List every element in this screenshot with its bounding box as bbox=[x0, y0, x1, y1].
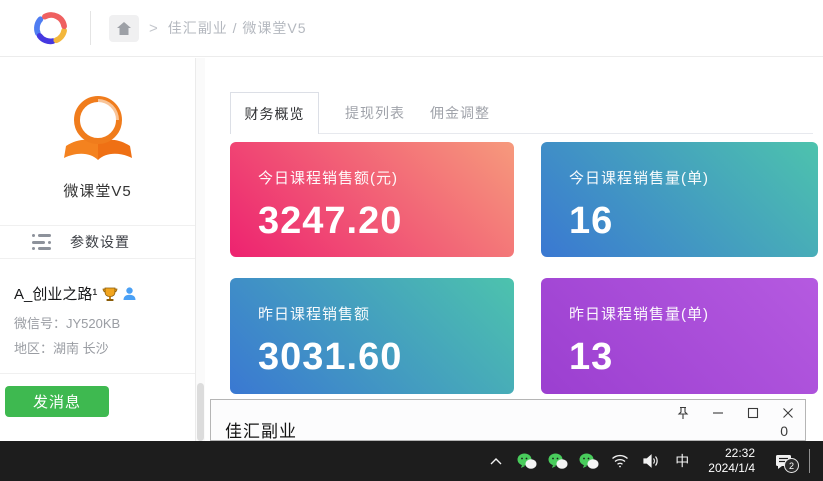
chevron-up-icon[interactable] bbox=[485, 449, 507, 473]
user-name: A_创业之路¹ bbox=[14, 283, 97, 304]
maximize-button[interactable] bbox=[746, 406, 760, 420]
taskbar-clock[interactable]: 22:32 2024/1/4 bbox=[702, 446, 761, 476]
notification-badge: 2 bbox=[784, 458, 799, 473]
header-divider bbox=[90, 11, 91, 45]
tab-commission-adjust[interactable]: 佣金调整 bbox=[420, 92, 500, 134]
card-title: 昨日课程销售额 bbox=[258, 303, 486, 324]
taskbar-time: 22:32 bbox=[708, 446, 755, 461]
person-icon bbox=[123, 287, 136, 301]
card-title: 今日课程销售额(元) bbox=[258, 167, 486, 188]
wechat-icon[interactable] bbox=[578, 449, 600, 473]
sidebar-item-label: 参数设置 bbox=[70, 232, 130, 252]
app-logo-swirl-icon bbox=[30, 7, 72, 49]
sidebar-app-name: 微课堂V5 bbox=[0, 180, 195, 201]
popup-window-title: 佳汇副业 bbox=[225, 417, 297, 442]
taskbar-date: 2024/1/4 bbox=[708, 461, 755, 476]
sidebar-divider bbox=[0, 373, 195, 374]
user-info-block: A_创业之路¹ 微信号：JY520KB 地区：湖南 长沙 bbox=[0, 259, 195, 357]
show-desktop-button[interactable] bbox=[809, 449, 810, 473]
notification-center-button[interactable]: 2 bbox=[770, 449, 796, 473]
card-value: 3247.20 bbox=[258, 200, 486, 243]
tab-bar: 财务概览 提现列表 佣金调整 bbox=[230, 92, 813, 134]
card-value: 16 bbox=[569, 200, 790, 243]
user-wechat-id: 微信号：JY520KB bbox=[14, 313, 195, 332]
system-tray: 中 22:32 2024/1/4 2 bbox=[485, 446, 823, 476]
popup-corner-value: 0 bbox=[780, 423, 788, 439]
popup-window: 佳汇副业 0 bbox=[210, 399, 806, 441]
page-scrollbar[interactable] bbox=[196, 58, 205, 441]
wechat-icon[interactable] bbox=[516, 449, 538, 473]
screen: > 佳汇副业 / 微课堂V5 微课堂V5 参数设置 A_创业之路¹ bbox=[0, 0, 823, 481]
wifi-icon[interactable] bbox=[609, 449, 631, 473]
trophy-icon bbox=[102, 286, 118, 302]
breadcrumb-chevron-icon: > bbox=[149, 20, 158, 37]
wechat-icon[interactable] bbox=[547, 449, 569, 473]
course-app-logo-icon bbox=[58, 94, 138, 168]
popup-window-controls bbox=[676, 406, 795, 420]
card-yesterday-sales-amount: 昨日课程销售额 3031.60 bbox=[230, 278, 514, 394]
card-title: 昨日课程销售量(单) bbox=[569, 303, 790, 324]
card-today-sales-count: 今日课程销售量(单) 16 bbox=[541, 142, 818, 257]
top-header: > 佳汇副业 / 微课堂V5 bbox=[0, 0, 823, 57]
tab-withdraw-list[interactable]: 提现列表 bbox=[335, 92, 415, 134]
pin-icon[interactable] bbox=[676, 406, 690, 420]
card-today-sales-amount: 今日课程销售额(元) 3247.20 bbox=[230, 142, 514, 257]
card-value: 3031.60 bbox=[258, 336, 486, 379]
main-content: 财务概览 提现列表 佣金调整 今日课程销售额(元) 3247.20 今日课程销售… bbox=[205, 58, 823, 441]
user-region: 地区：湖南 长沙 bbox=[14, 338, 195, 357]
sidebar-item-settings[interactable]: 参数设置 bbox=[0, 225, 195, 259]
windows-taskbar: 中 22:32 2024/1/4 2 bbox=[0, 441, 823, 481]
scrollbar-thumb[interactable] bbox=[197, 383, 204, 441]
list-settings-icon bbox=[32, 234, 52, 250]
tab-finance-overview[interactable]: 财务概览 bbox=[230, 92, 319, 134]
ime-indicator[interactable]: 中 bbox=[671, 451, 693, 471]
sidebar: 微课堂V5 参数设置 A_创业之路¹ bbox=[0, 58, 196, 441]
send-message-button[interactable]: 发消息 bbox=[5, 386, 109, 417]
minimize-button[interactable] bbox=[711, 406, 725, 420]
breadcrumb[interactable]: 佳汇副业 / 微课堂V5 bbox=[168, 18, 307, 38]
home-button[interactable] bbox=[109, 15, 139, 42]
card-value: 13 bbox=[569, 336, 790, 379]
card-yesterday-sales-count: 昨日课程销售量(单) 13 bbox=[541, 278, 818, 394]
close-button[interactable] bbox=[781, 406, 795, 420]
home-icon bbox=[116, 21, 132, 36]
volume-icon[interactable] bbox=[640, 449, 662, 473]
card-title: 今日课程销售量(单) bbox=[569, 167, 790, 188]
